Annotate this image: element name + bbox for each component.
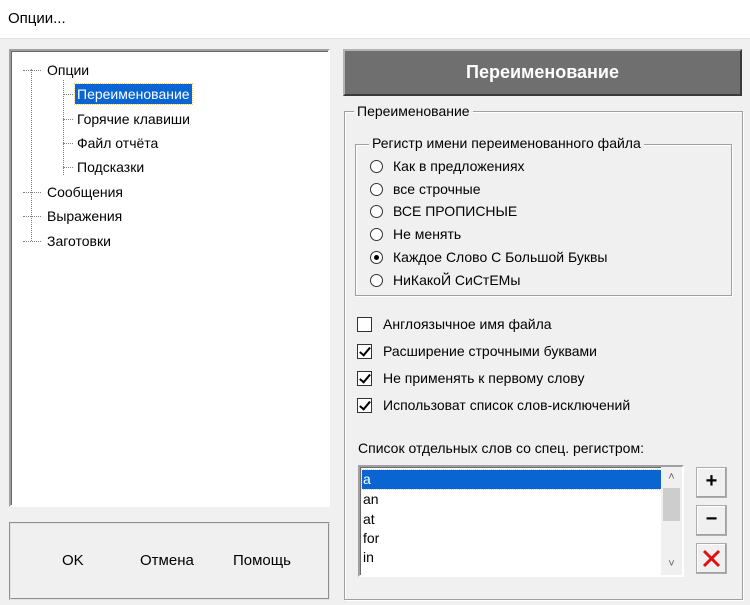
tree-item-hotkeys[interactable]: Горячие клавиши: [75, 109, 192, 129]
radio-button[interactable]: [370, 205, 383, 218]
radio-title-case[interactable]: Каждое Слово С Большой Буквы: [370, 246, 607, 268]
tree-connector: [23, 241, 41, 242]
red-x-icon: [702, 549, 721, 568]
scroll-thumb[interactable]: [663, 488, 680, 521]
checkbox[interactable]: [357, 317, 372, 332]
tree-connector: [63, 94, 73, 95]
list-item[interactable]: in: [363, 548, 374, 567]
radio-no-change[interactable]: Не менять: [370, 223, 461, 245]
vertical-scrollbar[interactable]: ˄ ˅: [661, 467, 682, 575]
radio-label: все строчные: [393, 181, 481, 197]
tree-connector: [31, 69, 32, 241]
checkbox-lowercase-extension[interactable]: Расширение строчными буквами: [357, 340, 597, 362]
add-word-button[interactable]: +: [696, 467, 727, 498]
list-item[interactable]: for: [363, 529, 379, 548]
tree-connector: [63, 119, 73, 120]
checkbox-english-filename[interactable]: Англоязычное имя файла: [357, 313, 552, 335]
radio-button-selected[interactable]: [370, 251, 383, 264]
checkbox-use-exception-list[interactable]: Использоват список слов-исключений: [357, 394, 630, 416]
checkbox-label: Использоват список слов-исключений: [383, 397, 631, 413]
remove-word-button[interactable]: −: [696, 505, 727, 536]
window-title: Опции...: [8, 10, 66, 27]
tree-connector: [23, 192, 41, 193]
section-header: Переименование: [343, 49, 742, 96]
scroll-down-icon[interactable]: ˅: [661, 556, 682, 573]
tree-connector: [23, 216, 41, 217]
tree-connector: [63, 167, 73, 168]
radio-uppercase[interactable]: ВСЕ ПРОПИСНЫЕ: [370, 200, 517, 222]
word-list-label: Список отдельных слов со спец. регистром…: [358, 440, 644, 456]
tree-connector: [63, 143, 73, 144]
list-item[interactable]: a: [361, 469, 662, 490]
radio-label: НиКакоЙ СиСтЕМы: [393, 272, 521, 288]
delete-word-button[interactable]: [696, 543, 727, 574]
radio-button[interactable]: [370, 228, 383, 241]
tree-connector: [23, 70, 41, 71]
radio-button[interactable]: [370, 160, 383, 173]
tree-item-hints[interactable]: Подсказки: [75, 157, 146, 177]
word-list[interactable]: a an at for in ˄ ˅: [358, 465, 684, 577]
radio-label: ВСЕ ПРОПИСНЫЕ: [393, 203, 518, 219]
radio-sentence-case[interactable]: Как в предложениях: [370, 155, 525, 177]
tree-item-report-file[interactable]: Файл отчёта: [75, 133, 160, 153]
radio-button[interactable]: [370, 183, 383, 196]
radio-label: Как в предложениях: [393, 158, 525, 174]
cancel-button[interactable]: Отмена: [140, 552, 194, 569]
case-group-legend: Регистр имени переименованного файла: [369, 135, 644, 151]
checkbox-label: Расширение строчными буквами: [383, 343, 597, 359]
options-tree[interactable]: Опции Переименование Горячие клавиши Фай…: [9, 49, 330, 507]
radio-lowercase[interactable]: все строчные: [370, 178, 481, 200]
tree-item-messages[interactable]: Сообщения: [45, 182, 125, 202]
ok-button[interactable]: OK: [62, 552, 84, 569]
checkbox-label: Англоязычное имя файла: [383, 316, 552, 332]
tree-item-rename[interactable]: Переименование: [74, 83, 193, 105]
tree-item-options[interactable]: Опции: [45, 60, 91, 80]
checkbox-skip-first-word[interactable]: Не применять к первому слову: [357, 367, 584, 389]
checkbox-checked[interactable]: [357, 371, 372, 386]
radio-label: Каждое Слово С Большой Буквы: [393, 249, 608, 265]
list-item[interactable]: at: [363, 510, 375, 529]
help-button[interactable]: Помощь: [233, 552, 291, 569]
checkbox-checked[interactable]: [357, 344, 372, 359]
list-item[interactable]: an: [363, 490, 379, 509]
radio-random-case[interactable]: НиКакоЙ СиСтЕМы: [370, 269, 520, 291]
radio-label: Не менять: [393, 226, 462, 242]
rename-group-legend: Переименование: [354, 103, 473, 119]
radio-button[interactable]: [370, 274, 383, 287]
scroll-up-icon[interactable]: ˄: [661, 469, 682, 486]
tree-item-expressions[interactable]: Выражения: [45, 206, 124, 226]
checkbox-label: Не применять к первому слову: [383, 370, 585, 386]
button-panel: OK Отмена Помощь: [9, 522, 330, 600]
checkbox-checked[interactable]: [357, 398, 372, 413]
title-bar: Опции...: [0, 0, 750, 39]
tree-item-templates[interactable]: Заготовки: [45, 231, 113, 251]
